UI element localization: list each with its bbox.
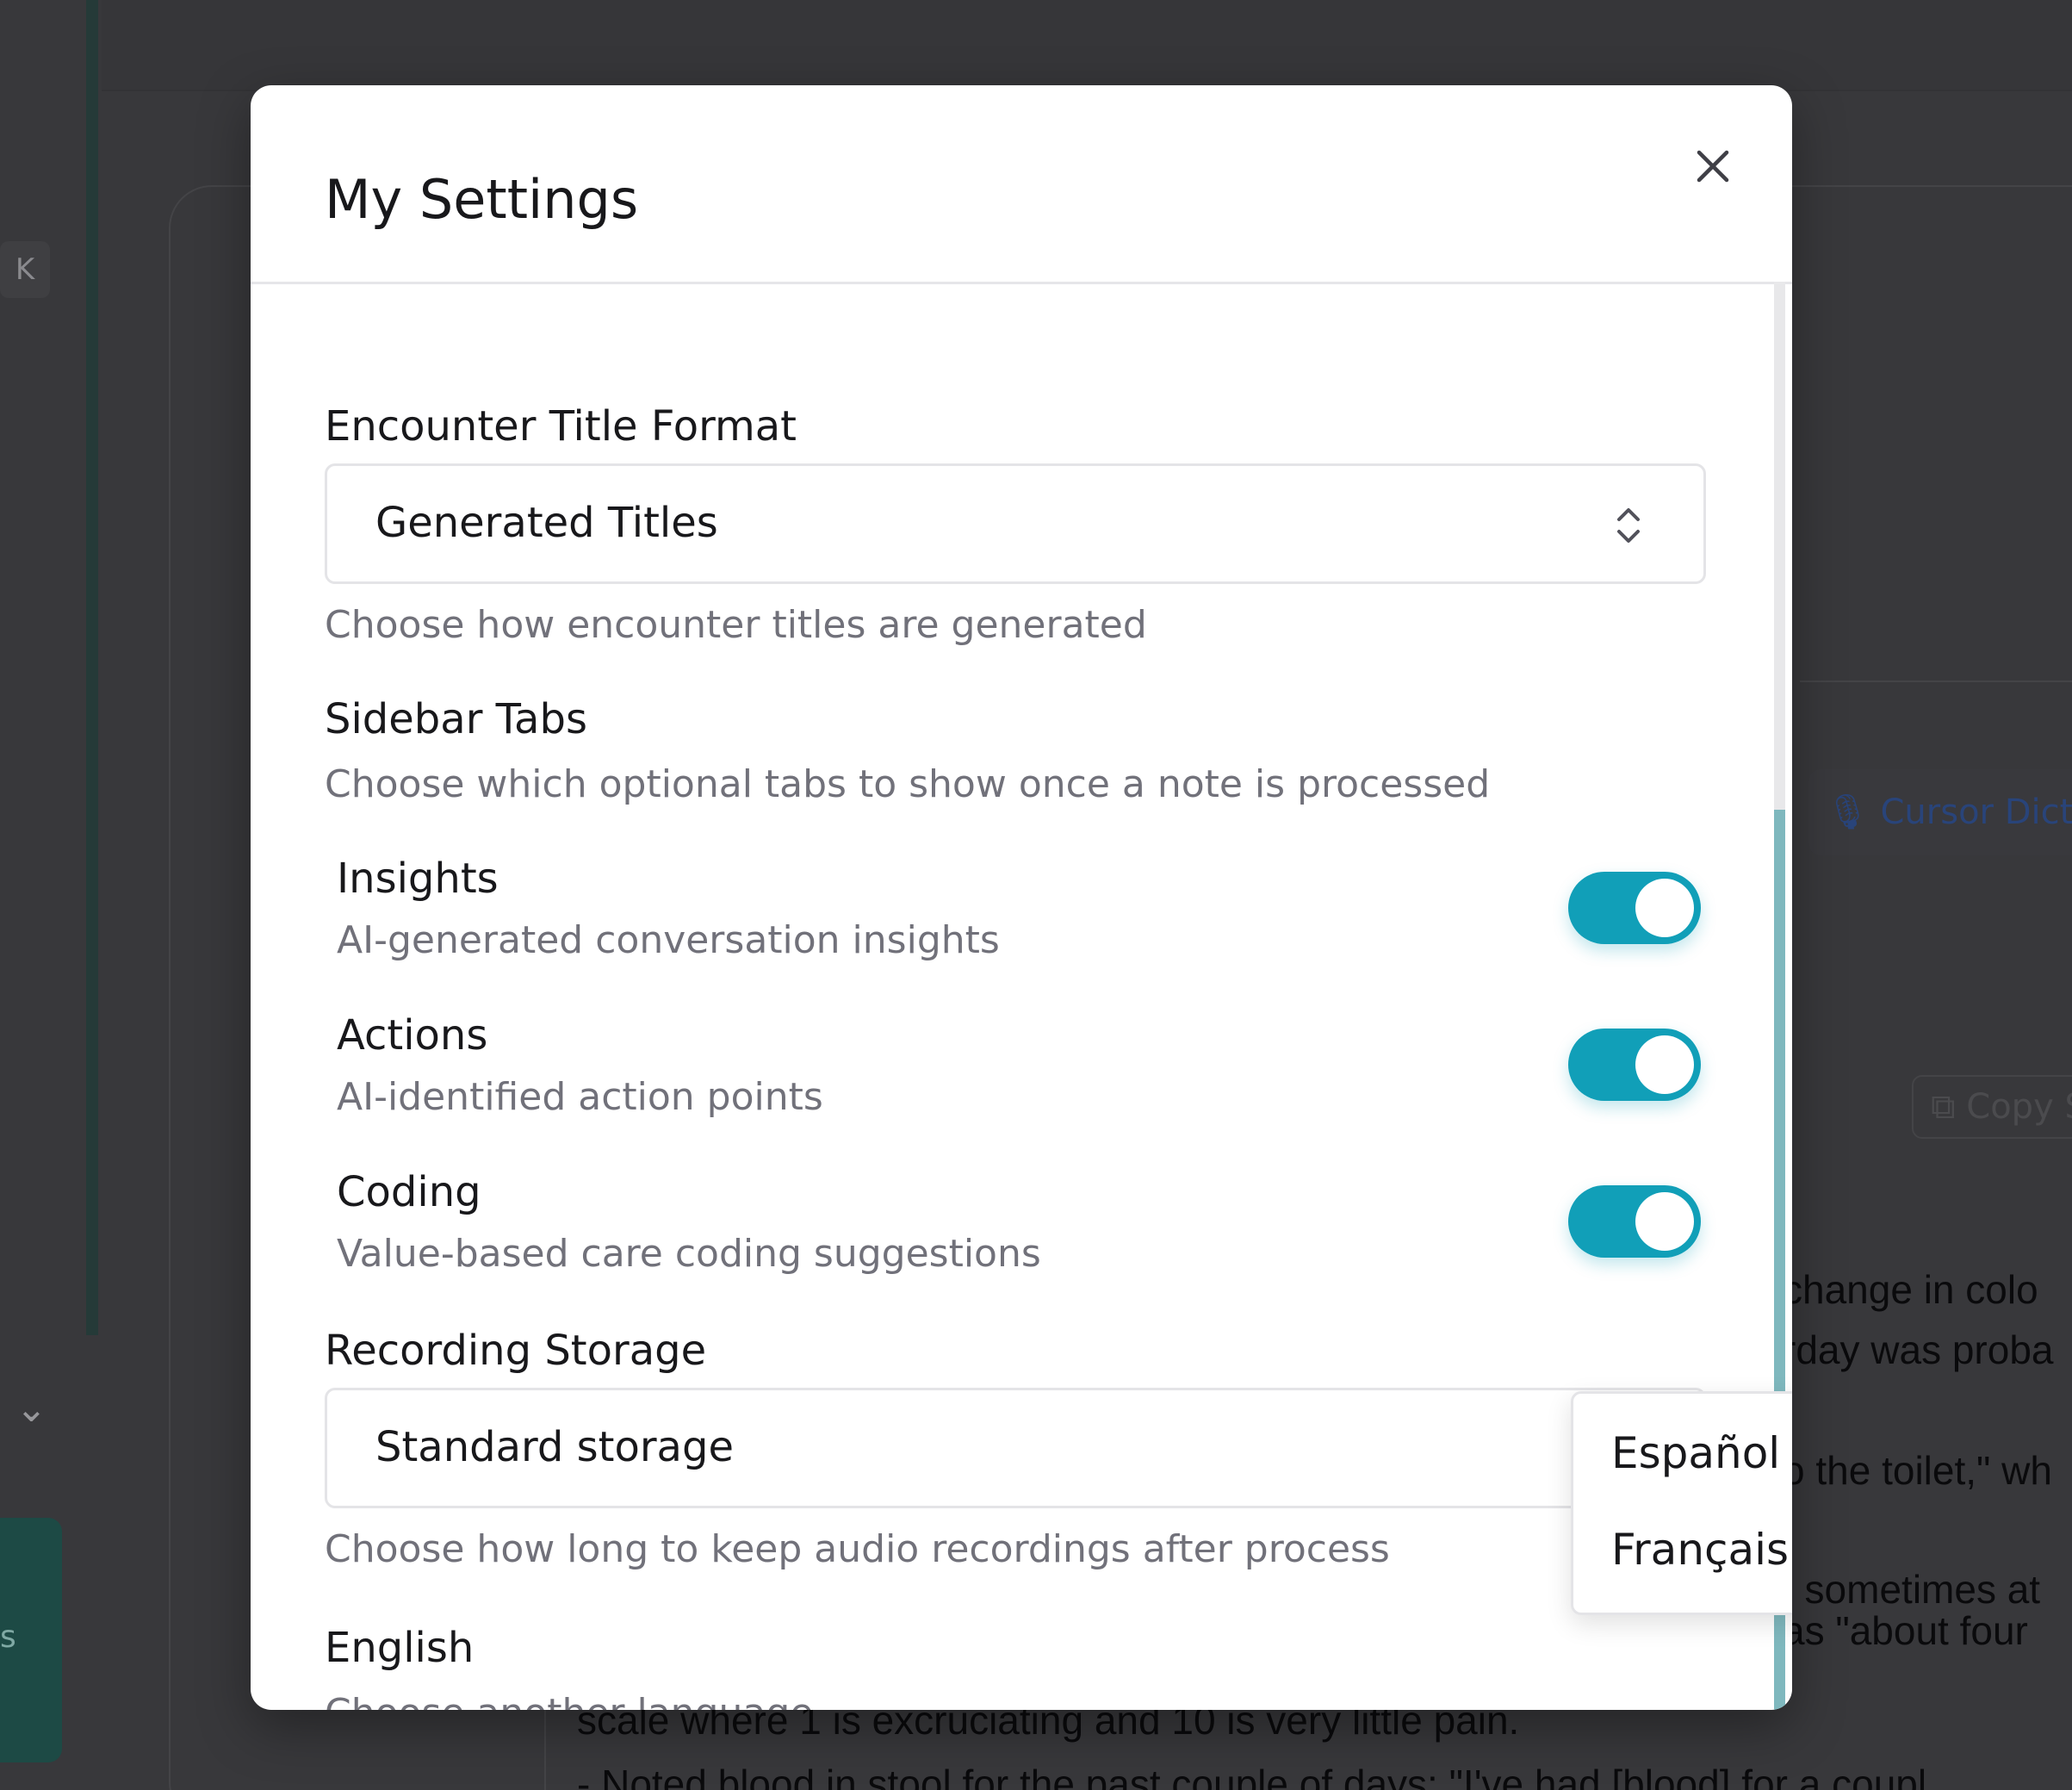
content-divider (544, 1710, 546, 1790)
chevron-up-down-icon (1617, 508, 1640, 543)
keyboard-shortcut-hint: K (0, 241, 50, 298)
coding-setting: Coding Value-based care coding suggestio… (337, 1168, 1701, 1280)
language-help: Choose another language (325, 1691, 813, 1710)
insights-description: AI-generated conversation insights (337, 918, 1000, 962)
copy-button: ⧉ Copy S (1912, 1075, 2072, 1139)
toggle-knob (1635, 1035, 1694, 1094)
note-line: - Noted blood in stool for the past coup… (577, 1762, 1927, 1790)
coding-toggle[interactable] (1568, 1185, 1701, 1258)
language-option-francais[interactable]: Français (1611, 1525, 1789, 1575)
cursor-dictation-label: Cursor Dicta (1880, 792, 2072, 832)
insights-toggle[interactable] (1568, 872, 1701, 944)
recording-storage-select[interactable]: Standard storage (325, 1388, 1706, 1508)
recording-storage-label: Recording Storage (325, 1327, 707, 1375)
close-button[interactable] (1685, 139, 1740, 194)
insights-setting: Insights AI-generated conversation insig… (337, 855, 1701, 966)
copy-icon: ⧉ (1931, 1087, 1956, 1127)
actions-description: AI-identified action points (337, 1075, 823, 1119)
language-dropdown: Español Français (1571, 1391, 1792, 1615)
current-language-label: English (325, 1624, 475, 1672)
settings-modal: My Settings Encounter Title Format Gener… (251, 85, 1792, 1710)
note-text-fragment: as "about four (1783, 1608, 2028, 1653)
language-option-espanol[interactable]: Español (1611, 1428, 1780, 1478)
sidebar-tabs-help: Choose which optional tabs to show once … (325, 762, 1491, 806)
encounter-title-format-label: Encounter Title Format (325, 402, 797, 451)
note-text-fragment: o the toilet," wh (1783, 1448, 2052, 1493)
actions-setting: Actions AI-identified action points (337, 1011, 1701, 1123)
coding-description: Value-based care coding suggestions (337, 1232, 1041, 1276)
sidebar-edge (86, 0, 98, 1335)
app-topbar (102, 0, 2072, 91)
copy-label: Copy S (1966, 1087, 2072, 1127)
note-text-fragment: change in colo (1783, 1267, 2038, 1312)
chevron-down-icon: ⌄ (16, 1387, 47, 1431)
coding-label: Coding (337, 1168, 481, 1216)
sidebar-primary-button: s (0, 1518, 62, 1762)
note-text-fragment: , sometimes at (1783, 1567, 2041, 1612)
recording-storage-help: Choose how long to keep audio recordings… (325, 1527, 1390, 1571)
sidebar-tabs-label: Sidebar Tabs (325, 695, 587, 743)
insights-label: Insights (337, 855, 499, 903)
actions-label: Actions (337, 1011, 488, 1060)
cursor-dictation-button: 🎙 Cursor Dicta (1808, 769, 2072, 855)
encounter-title-format-select[interactable]: Generated Titles (325, 463, 1706, 584)
encounter-title-format-help: Choose how encounter titles are generate… (325, 603, 1147, 647)
toggle-knob (1635, 879, 1694, 937)
toggle-knob (1635, 1192, 1694, 1251)
encounter-title-format-value: Generated Titles (375, 499, 718, 547)
microphone-icon: 🎙 (1826, 792, 1870, 832)
note-text-fragment: rday was proba (1783, 1327, 2054, 1372)
modal-title: My Settings (325, 168, 639, 231)
modal-header: My Settings (251, 85, 1792, 284)
actions-toggle[interactable] (1568, 1029, 1701, 1101)
recording-storage-value: Standard storage (375, 1423, 734, 1471)
close-icon (1697, 150, 1729, 183)
